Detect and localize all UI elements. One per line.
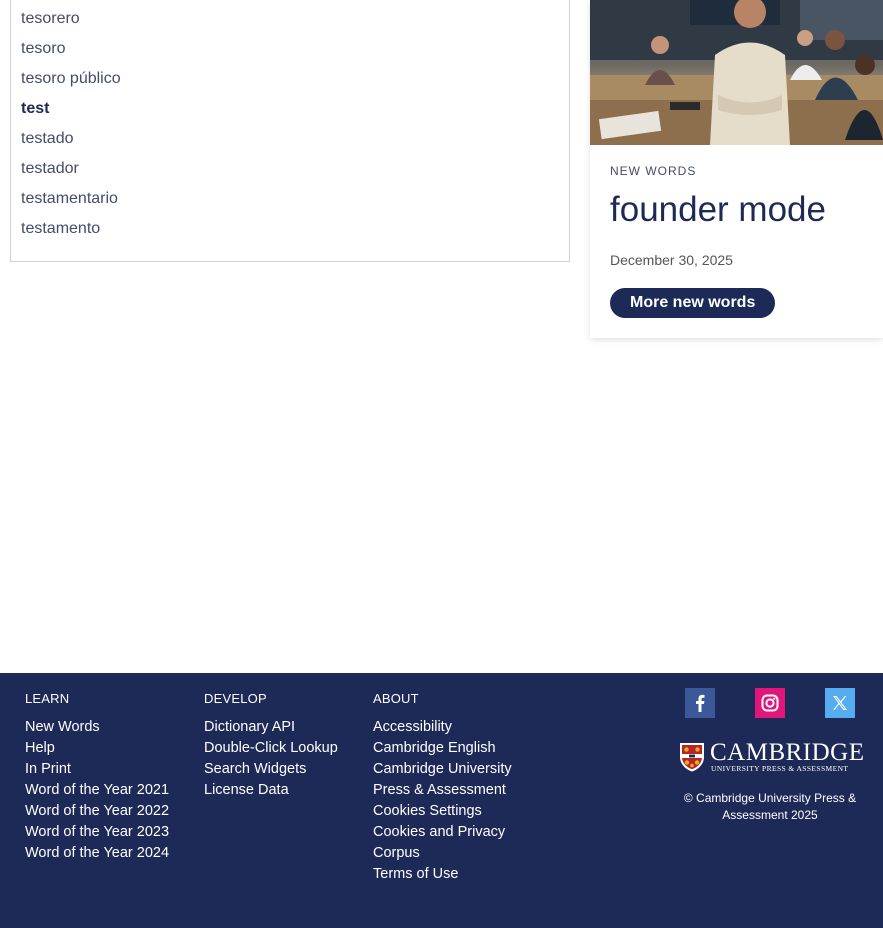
footer-link[interactable]: In Print [25, 759, 169, 780]
logo-subtitle: UNIVERSITY PRESS & ASSESSMENT [711, 764, 849, 773]
footer-link[interactable]: Cookies Settings [373, 801, 512, 822]
footer-link[interactable]: Word of the Year 2023 [25, 822, 169, 843]
footer-heading-about: ABOUT [373, 691, 419, 706]
footer-column-learn: LEARN New Words Help In Print Word of th… [25, 692, 169, 864]
footer-link[interactable]: Cookies and Privacy [373, 822, 512, 843]
word-list-panel: tesorero tesoro tesoro público test test… [10, 0, 570, 262]
word-list-item[interactable]: tesorero [21, 4, 559, 34]
copyright-text: © Cambridge University Press & Assessmen… [683, 791, 857, 822]
logo-wordmark: CAMBRIDGE [710, 739, 865, 766]
footer-link[interactable]: Cambridge University [373, 759, 512, 780]
new-words-card: NEW WORDS founder mode December 30, 2025… [590, 0, 883, 338]
footer-link[interactable]: Word of the Year 2021 [25, 780, 169, 801]
footer-heading-develop: DEVELOP [204, 691, 267, 706]
footer-link[interactable]: Double-Click Lookup [204, 738, 338, 759]
word-list-item[interactable]: testado [21, 124, 559, 154]
footer-column-develop: DEVELOP Dictionary API Double-Click Look… [204, 692, 338, 801]
instagram-button[interactable] [755, 688, 785, 718]
facebook-icon [696, 694, 705, 712]
more-new-words-button[interactable]: More new words [610, 288, 776, 318]
footer-link[interactable]: Word of the Year 2024 [25, 843, 169, 864]
facebook-button[interactable] [685, 688, 715, 718]
office-people-photo [590, 0, 883, 145]
footer-link[interactable]: Accessibility [373, 717, 512, 738]
footer-link[interactable]: Press & Assessment [373, 780, 512, 801]
word-list-item[interactable]: testamento [21, 214, 559, 244]
footer-link[interactable]: Dictionary API [204, 717, 338, 738]
footer-link[interactable]: License Data [204, 780, 338, 801]
footer-link[interactable]: Corpus [373, 843, 512, 864]
footer-link[interactable]: Cambridge English [373, 738, 512, 759]
footer-column-about: ABOUT Accessibility Cambridge English Ca… [373, 692, 512, 885]
cambridge-shield-icon [680, 743, 704, 772]
site-footer: LEARN New Words Help In Print Word of th… [0, 673, 883, 928]
instagram-icon [761, 694, 779, 712]
footer-link[interactable]: New Words [25, 717, 169, 738]
word-list-item[interactable]: tesoro público [21, 64, 559, 94]
word-list-item[interactable]: testamentario [21, 184, 559, 214]
word-list-item-current[interactable]: test [21, 94, 559, 124]
card-date: December 30, 2025 [610, 252, 733, 268]
x-button[interactable] [825, 688, 855, 718]
word-list-item[interactable]: testador [21, 154, 559, 184]
card-title[interactable]: founder mode [610, 190, 826, 230]
x-icon [833, 696, 847, 710]
footer-link[interactable]: Terms of Use [373, 864, 512, 885]
footer-link[interactable]: Word of the Year 2022 [25, 801, 169, 822]
cambridge-logo[interactable]: CAMBRIDGE UNIVERSITY PRESS & ASSESSMENT [679, 740, 864, 774]
footer-heading-learn: LEARN [25, 691, 70, 706]
footer-link[interactable]: Help [25, 738, 169, 759]
footer-link[interactable]: Search Widgets [204, 759, 338, 780]
card-photo[interactable] [590, 0, 883, 145]
word-list-item[interactable]: tesoro [21, 34, 559, 64]
card-kicker: NEW WORDS [610, 164, 697, 178]
